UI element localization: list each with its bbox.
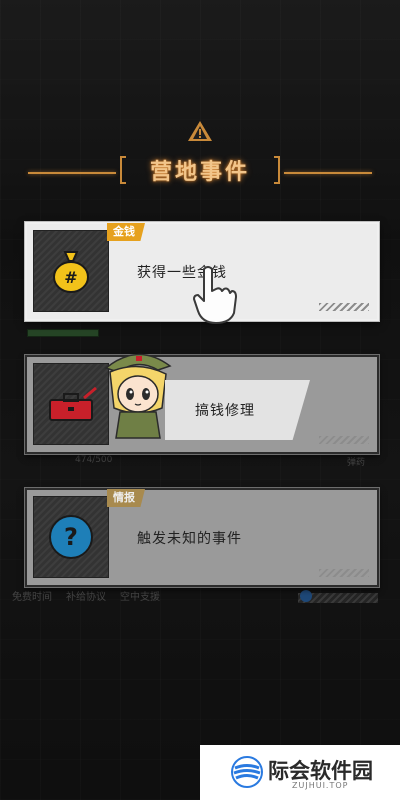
warning-icon	[188, 121, 212, 141]
event-card-intel[interactable]: ? 情报 触发未知的事件	[25, 488, 379, 587]
card-stripe	[319, 303, 369, 311]
page-title: 营地事件	[120, 152, 280, 188]
event-description: 搞钱修理	[195, 403, 255, 419]
header-line-right	[284, 172, 372, 174]
event-icon-box: ?	[33, 496, 109, 578]
event-description: 触发未知的事件	[137, 530, 242, 547]
watermark: 际会软件园 ZUJHUI.TOP	[200, 745, 400, 800]
watermark-logo-icon	[231, 756, 263, 788]
header-line-left	[28, 172, 116, 174]
pointer-hand-icon	[193, 266, 237, 324]
svg-text:#: #	[64, 268, 77, 287]
watermark-domain: ZUJHUI.TOP	[292, 781, 349, 790]
svg-text:?: ?	[64, 523, 78, 551]
repair-event-panel[interactable]: 搞钱修理	[165, 380, 310, 440]
game-screen: 474/500 弹药 免费时间 补给协议 空中支援 营地事件 # 金钱 获得一些…	[0, 0, 400, 800]
question-icon: ?	[49, 515, 93, 559]
toolbox-icon	[49, 386, 97, 421]
card-stripe	[319, 569, 369, 577]
event-header: 营地事件	[0, 110, 400, 190]
card-stripe	[319, 436, 369, 444]
event-icon-box: #	[33, 230, 109, 312]
coin-bag-icon: #	[53, 251, 89, 293]
